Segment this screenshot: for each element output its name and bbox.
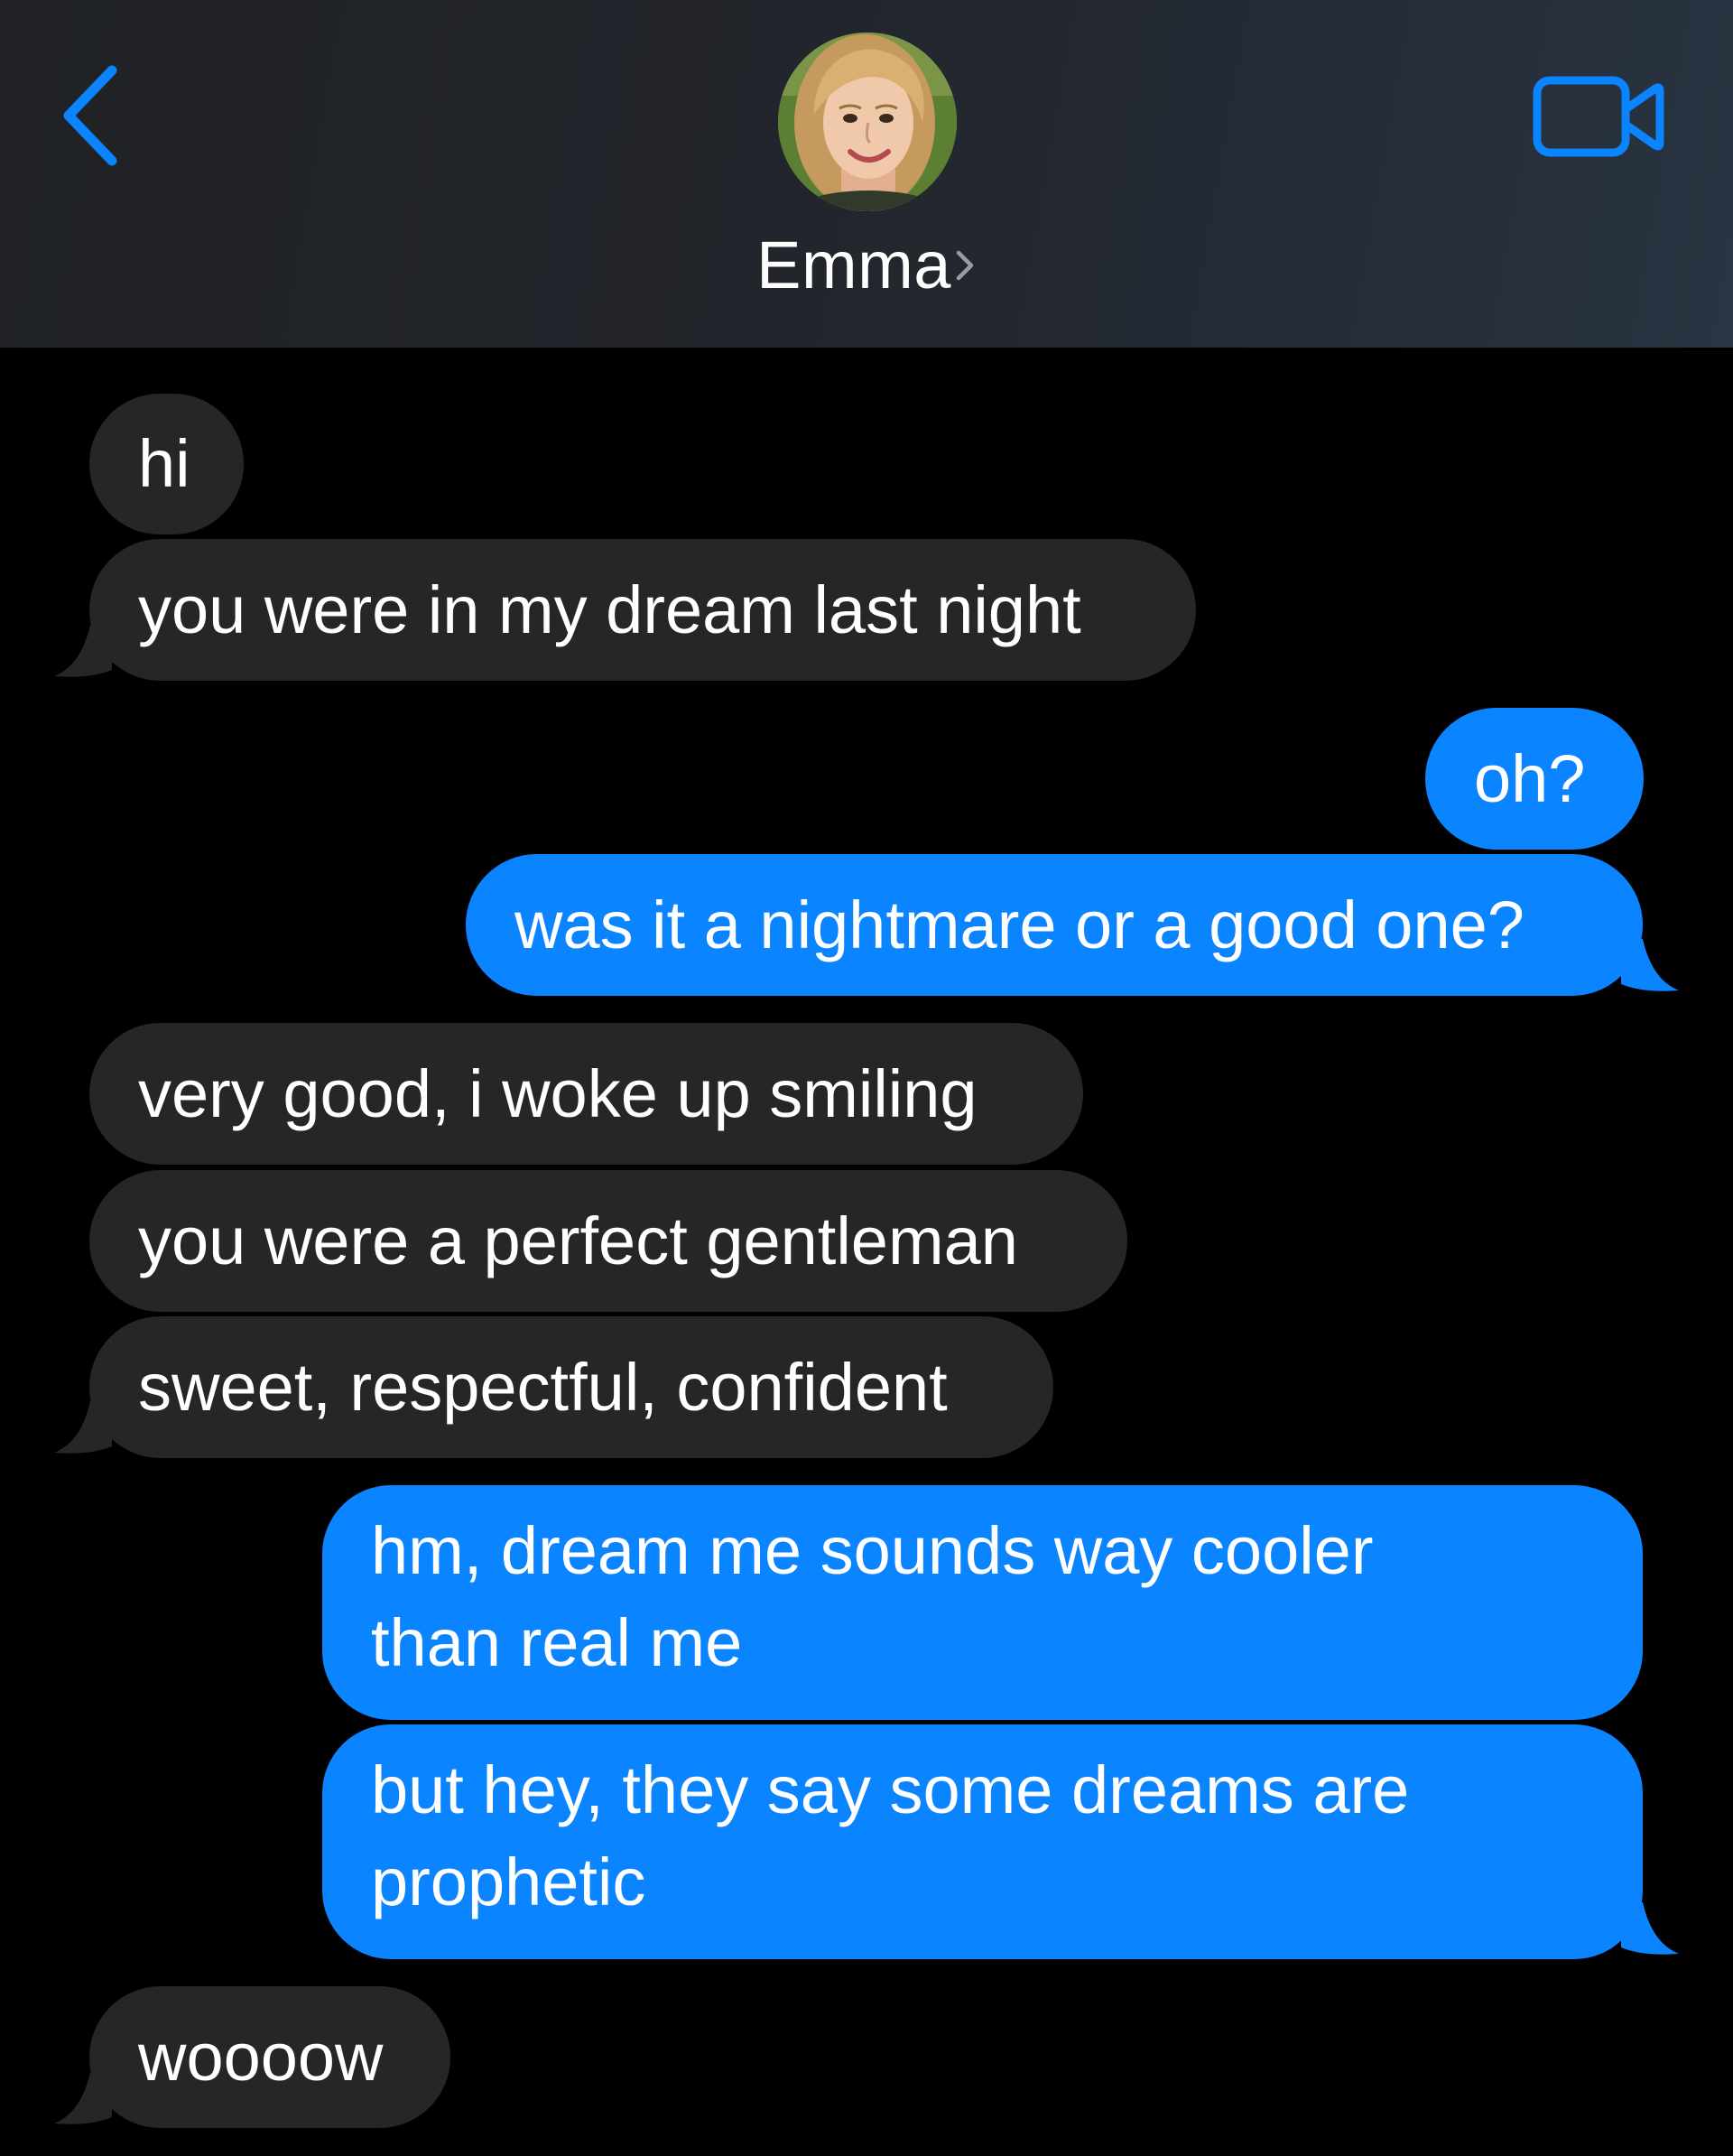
contact-info-button[interactable]: Emma [686,33,1047,312]
message-text: woooow [138,2020,384,2095]
back-button[interactable] [56,56,137,173]
message-bubble[interactable]: sweet, respectful, confident [89,1316,1053,1458]
message-text: you were a perfect gentleman [138,1203,1018,1278]
message-text: sweet, respectful, confident [138,1350,948,1425]
message-bubble[interactable]: very good, i woke up smiling [89,1023,1083,1165]
conversation-header: Emma [0,0,1733,348]
message-text-line: hm, dream me sounds way cooler [371,1513,1374,1588]
chevron-left-icon [63,65,117,166]
bubble-tail [54,625,112,679]
bubble-tail [1621,1902,1679,1956]
video-call-button[interactable] [1531,72,1666,163]
message-text-line: but hey, they say some dreams are [371,1752,1410,1827]
message-text: was it a nightmare or a good one? [514,887,1524,962]
message-text: you were in my dream last night [138,572,1081,647]
avatar [778,33,957,211]
message-bubble[interactable]: hi [89,394,244,534]
message-bubble[interactable]: was it a nightmare or a good one? [466,854,1643,996]
message-bubble[interactable]: you were a perfect gentleman [89,1170,1127,1312]
message-text-line: prophetic [371,1845,646,1919]
bubble-tail [54,2072,112,2126]
message-bubble[interactable]: you were in my dream last night [89,539,1196,681]
chevron-right-icon [953,246,977,285]
video-camera-icon [1533,76,1664,157]
message-text: very good, i woke up smiling [138,1056,978,1131]
bubble-tail [54,1401,112,1455]
message-text-line: than real me [371,1605,743,1680]
message-text: hi [138,426,190,501]
message-text: oh? [1474,741,1586,816]
contact-name-row: Emma [686,227,1047,303]
message-bubble[interactable]: hm, dream me sounds way cooler than real… [322,1485,1643,1720]
message-bubble[interactable]: woooow [89,1986,450,2128]
avatar-photo [778,33,957,211]
messages-screen: Emma hi you were in my dream last night … [0,0,1733,2156]
message-bubble[interactable]: but hey, they say some dreams are prophe… [322,1724,1643,1959]
contact-name: Emma [756,228,951,302]
message-bubble[interactable]: oh? [1425,708,1644,850]
bubble-tail [1621,939,1679,993]
